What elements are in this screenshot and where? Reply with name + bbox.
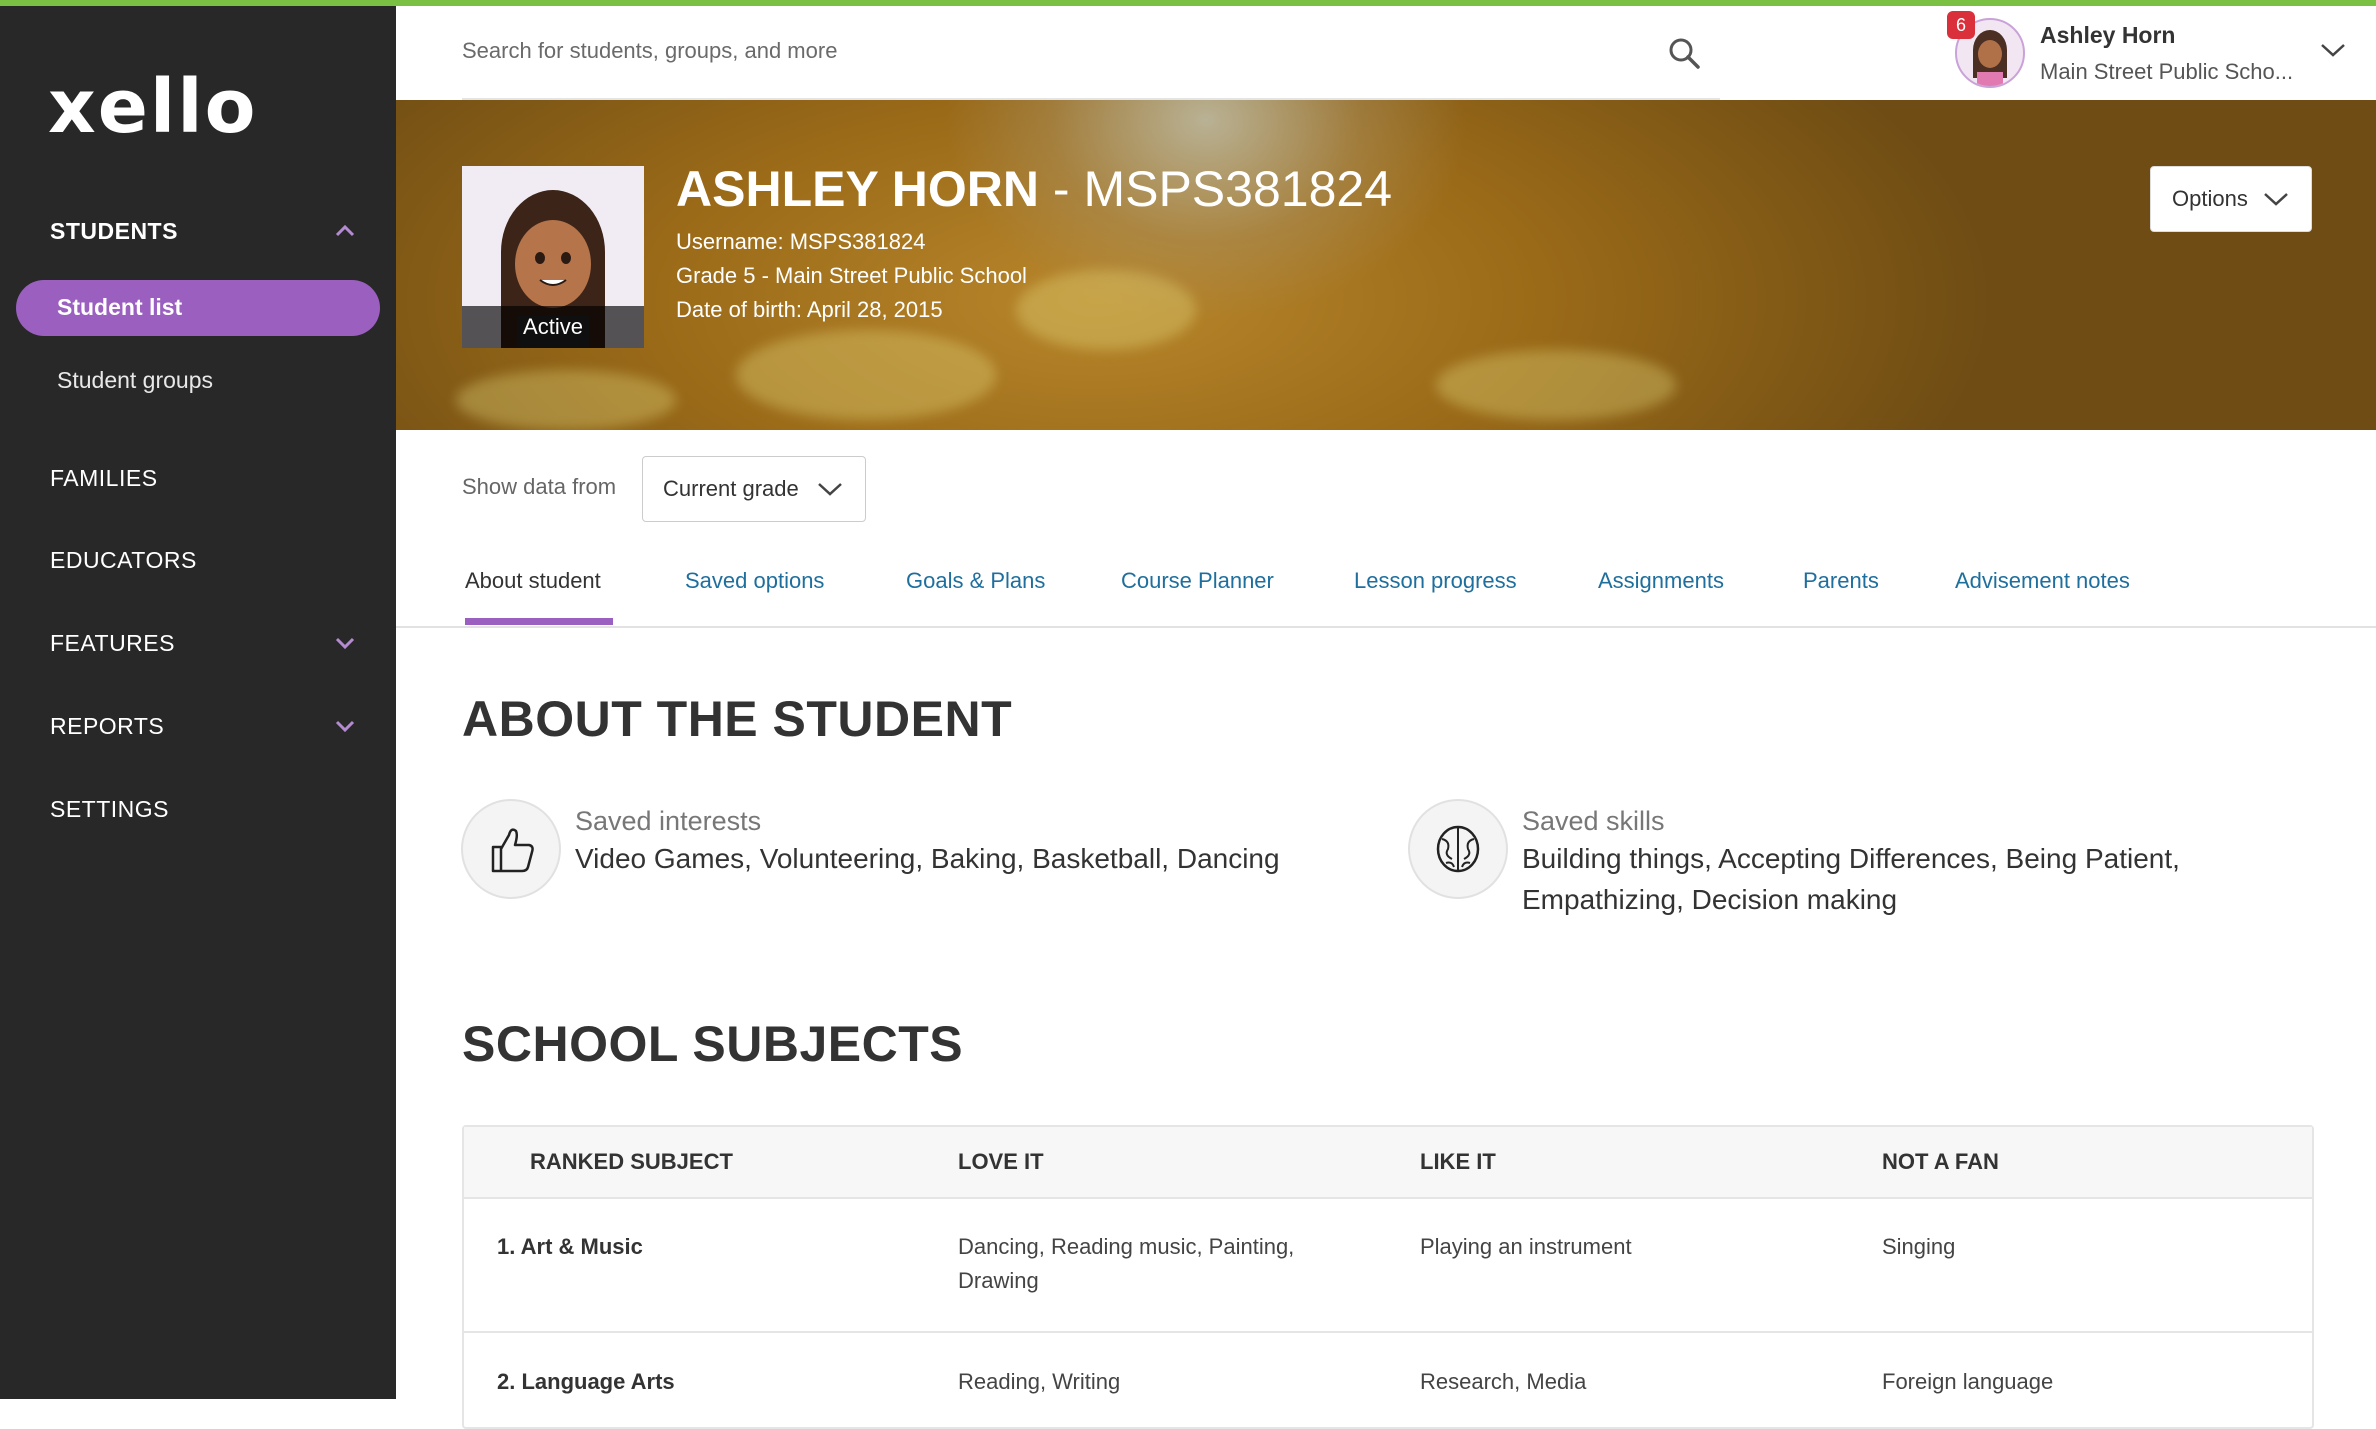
chevron-down-icon	[2264, 193, 2288, 206]
saved-skills-line-1: Building things, Accepting Differences, …	[1522, 843, 2180, 874]
table-header: RANKED SUBJECT LOVE IT LIKE IT NOT A FAN	[464, 1127, 2312, 1199]
tabs-divider	[396, 626, 2376, 628]
tab-about-student[interactable]: About student	[465, 568, 601, 594]
options-button[interactable]: Options	[2150, 166, 2312, 232]
student-dob: Date of birth: April 28, 2015	[676, 297, 943, 322]
sidebar-item-label: Student list	[57, 294, 183, 320]
nav-reports[interactable]: REPORTS	[50, 713, 164, 740]
user-school: Main Street Public Scho...	[2040, 59, 2294, 84]
show-data-label: Show data from	[462, 474, 617, 499]
student-photo: Active	[462, 166, 644, 348]
subjects-table: RANKED SUBJECT LOVE IT LIKE IT NOT A FAN…	[462, 1125, 2314, 1429]
subjects-heading: SCHOOL SUBJECTS	[462, 1016, 964, 1072]
chevron-up-icon[interactable]	[334, 220, 356, 242]
nav-educators[interactable]: EDUCATORS	[50, 547, 197, 574]
grade-select[interactable]: Current grade	[642, 456, 866, 522]
student-name-heading: ASHLEY HORN - MSPS381824	[676, 161, 1392, 217]
table-row-subject: 2. Language Arts	[497, 1369, 675, 1394]
table-cell-not-a-fan: Singing	[1882, 1234, 1956, 1259]
sidebar-item-student-list[interactable]: Student list	[16, 280, 380, 336]
tab-lesson-progress[interactable]: Lesson progress	[1354, 568, 1517, 594]
brain-icon	[1408, 799, 1508, 899]
tab-goals-plans[interactable]: Goals & Plans	[906, 568, 1045, 594]
chevron-down-icon	[818, 483, 842, 496]
nav-students[interactable]: STUDENTS	[50, 218, 178, 245]
search-input[interactable]: Search for students, groups, and more	[462, 38, 837, 64]
table-cell-like: Research, Media	[1420, 1369, 1587, 1394]
nav-features[interactable]: FEATURES	[50, 630, 175, 657]
saved-interests-label: Saved interests	[575, 806, 762, 836]
row-divider	[464, 1331, 2312, 1333]
about-heading: ABOUT THE STUDENT	[462, 691, 1013, 747]
student-username: Username: MSPS381824	[676, 229, 926, 254]
nav-settings[interactable]: SETTINGS	[50, 796, 169, 823]
chevron-down-icon[interactable]	[2320, 40, 2346, 60]
sidebar: xello STUDENTS Student list Student grou…	[0, 6, 396, 1399]
table-cell-like: Playing an instrument	[1420, 1234, 1632, 1259]
active-tab-indicator	[465, 618, 613, 625]
options-label: Options	[2172, 186, 2248, 211]
tab-saved-options[interactable]: Saved options	[685, 568, 824, 594]
column-header: NOT A FAN	[1882, 1149, 1999, 1174]
saved-interests-value: Video Games, Volunteering, Baking, Baske…	[575, 843, 1280, 874]
chevron-down-icon[interactable]	[334, 632, 356, 654]
saved-skills-line-2: Empathizing, Decision making	[1522, 884, 1898, 915]
table-row-subject: 1. Art & Music	[497, 1234, 643, 1259]
xello-logo[interactable]: xello	[48, 64, 258, 150]
user-name[interactable]: Ashley Horn	[2040, 22, 2175, 49]
nav-families[interactable]: FAMILIES	[50, 465, 158, 492]
tab-parents[interactable]: Parents	[1803, 568, 1879, 594]
column-header: RANKED SUBJECT	[530, 1149, 733, 1174]
chevron-down-icon[interactable]	[334, 715, 356, 737]
search-icon[interactable]	[1667, 36, 1701, 70]
notification-badge[interactable]: 6	[1947, 11, 1975, 39]
table-cell-love: Reading, Writing	[958, 1369, 1121, 1394]
sidebar-item-student-groups[interactable]: Student groups	[57, 367, 213, 394]
tab-assignments[interactable]: Assignments	[1598, 568, 1724, 594]
table-cell-not-a-fan: Foreign language	[1882, 1369, 2054, 1394]
student-grade: Grade 5 - Main Street Public School	[676, 263, 1027, 288]
column-header: LIKE IT	[1420, 1149, 1496, 1174]
table-cell-love: Dancing, Reading music, Painting,	[958, 1234, 1295, 1259]
tab-advisement-notes[interactable]: Advisement notes	[1955, 568, 2130, 594]
tab-course-planner[interactable]: Course Planner	[1121, 568, 1274, 594]
saved-skills-label: Saved skills	[1522, 806, 1665, 836]
status-badge: Active	[462, 306, 644, 348]
table-cell-love: Drawing	[958, 1268, 1039, 1293]
grade-select-value: Current grade	[663, 476, 799, 501]
column-header: LOVE IT	[958, 1149, 1044, 1174]
thumbs-up-icon	[461, 799, 561, 899]
